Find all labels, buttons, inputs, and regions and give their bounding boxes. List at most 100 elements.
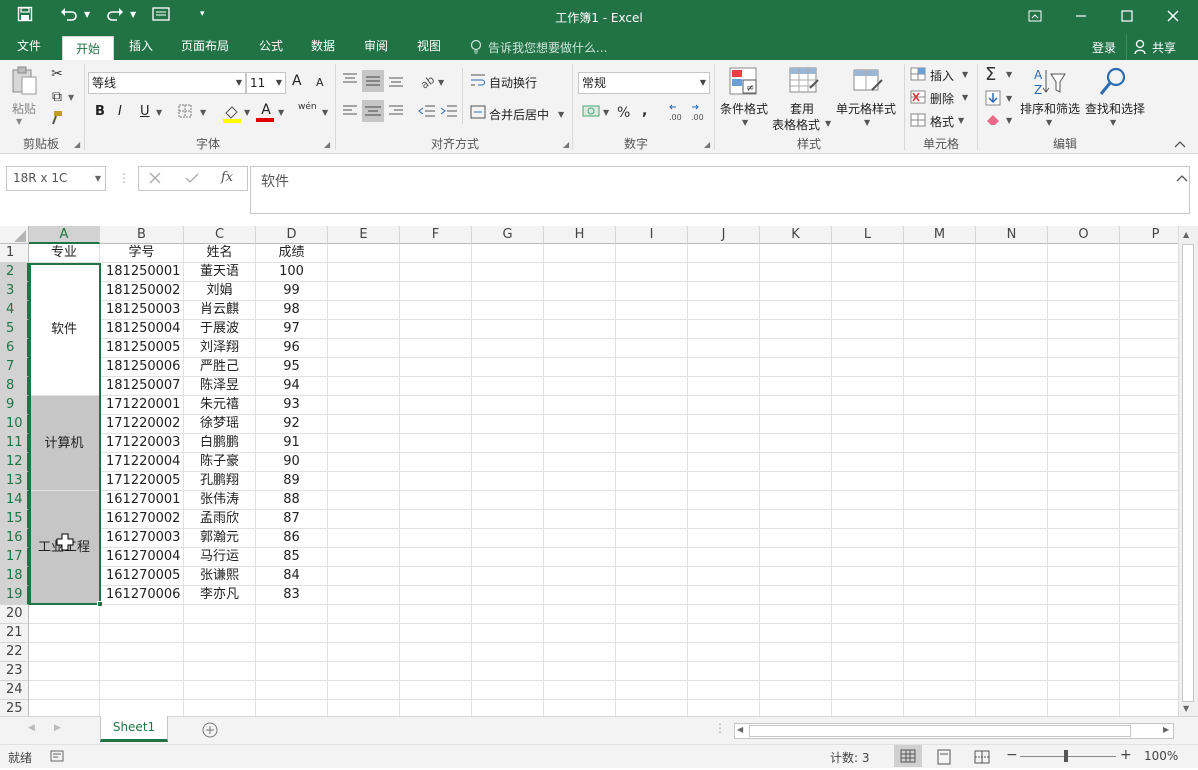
row-header[interactable]: 4 (0, 301, 29, 320)
empty-cell[interactable] (616, 624, 688, 643)
empty-cell[interactable] (976, 415, 1048, 434)
empty-cell[interactable] (472, 586, 544, 605)
empty-cell[interactable] (760, 643, 832, 662)
worksheet-grid[interactable]: ABCDEFGHIJKLMNOP 1 2 3 4 5 6 7 8 9 10 11 12 13 14 15 16… (0, 226, 1178, 716)
empty-cell[interactable] (616, 567, 688, 586)
enter-icon[interactable] (185, 172, 199, 186)
student-name-cell[interactable]: 于展波 (184, 320, 256, 339)
maximize-icon[interactable] (1116, 6, 1138, 28)
empty-cell[interactable] (1048, 377, 1120, 396)
column-header-n[interactable]: N (976, 226, 1048, 244)
empty-cell[interactable] (832, 643, 904, 662)
percent-button[interactable]: % (617, 105, 630, 121)
empty-cell[interactable] (472, 415, 544, 434)
empty-cell[interactable] (832, 605, 904, 624)
scroll-thumb[interactable] (1182, 244, 1194, 702)
number-format-combo[interactable]: 常规 ▼ (578, 72, 710, 94)
cell-styles-button[interactable]: 单元格样式 (836, 100, 896, 117)
next-sheet-icon[interactable]: ▶ (54, 723, 61, 733)
column-header-d[interactable]: D (256, 226, 328, 244)
empty-cell[interactable] (328, 624, 400, 643)
empty-cell[interactable] (688, 282, 760, 301)
collapse-formula-icon[interactable] (1176, 172, 1188, 182)
empty-cell[interactable] (832, 662, 904, 681)
empty-cell[interactable] (328, 244, 400, 263)
empty-cell[interactable] (184, 681, 256, 700)
empty-cell[interactable] (688, 700, 760, 716)
empty-cell[interactable] (616, 396, 688, 415)
find-dropdown-icon[interactable]: ▼ (1110, 118, 1116, 127)
empty-cell[interactable] (616, 681, 688, 700)
empty-cell[interactable] (904, 434, 976, 453)
empty-cell[interactable] (400, 415, 472, 434)
middle-align-icon[interactable] (362, 70, 384, 92)
empty-cell[interactable] (400, 472, 472, 491)
empty-cell[interactable] (1048, 662, 1120, 681)
empty-cell[interactable] (400, 510, 472, 529)
empty-cell[interactable] (760, 605, 832, 624)
score-cell[interactable]: 85 (256, 548, 328, 567)
phonetic-icon[interactable]: wén (298, 102, 317, 112)
empty-cell[interactable] (760, 301, 832, 320)
empty-cell[interactable] (1048, 567, 1120, 586)
empty-cell[interactable] (616, 529, 688, 548)
empty-cell[interactable] (904, 700, 976, 716)
conditional-format-icon[interactable]: ≠ (728, 66, 760, 98)
empty-cell[interactable] (904, 472, 976, 491)
empty-cell[interactable] (29, 624, 100, 643)
empty-cell[interactable] (400, 662, 472, 681)
empty-cell[interactable] (1120, 396, 1178, 415)
empty-cell[interactable] (904, 491, 976, 510)
score-cell[interactable]: 95 (256, 358, 328, 377)
name-box[interactable]: 18R x 1C ▼ (6, 166, 106, 191)
empty-cell[interactable] (328, 681, 400, 700)
empty-cell[interactable] (328, 396, 400, 415)
conditional-dropdown-icon[interactable]: ▼ (742, 118, 748, 127)
student-name-cell[interactable]: 肖云麒 (184, 301, 256, 320)
font-color-icon[interactable]: A (256, 102, 276, 124)
score-cell[interactable]: 93 (256, 396, 328, 415)
empty-cell[interactable] (1048, 320, 1120, 339)
empty-cell[interactable] (1048, 263, 1120, 282)
comma-button[interactable]: , (642, 103, 647, 119)
bold-button[interactable]: B (95, 104, 105, 119)
row-header[interactable]: 21 (0, 624, 29, 643)
empty-cell[interactable] (328, 700, 400, 716)
sort-filter-button[interactable]: 排序和筛选 (1020, 100, 1080, 117)
column-header-p[interactable]: P (1120, 226, 1178, 244)
empty-cell[interactable] (976, 377, 1048, 396)
currency-dropdown-icon[interactable]: ▼ (603, 108, 609, 117)
increase-decimal-icon[interactable]: .00 (668, 104, 686, 122)
empty-cell[interactable] (1120, 320, 1178, 339)
empty-cell[interactable] (616, 586, 688, 605)
student-name-cell[interactable]: 孟雨欣 (184, 510, 256, 529)
empty-cell[interactable] (760, 529, 832, 548)
empty-cell[interactable] (400, 605, 472, 624)
format-table-line2[interactable]: 表格格式 (772, 116, 820, 133)
student-name-cell[interactable]: 徐梦瑶 (184, 415, 256, 434)
score-cell[interactable]: 86 (256, 529, 328, 548)
student-id-cell[interactable]: 181250003 (100, 301, 184, 320)
row-header[interactable]: 17 (0, 548, 29, 567)
empty-cell[interactable] (400, 263, 472, 282)
empty-cell[interactable] (1120, 624, 1178, 643)
empty-cell[interactable] (400, 624, 472, 643)
column-header-l[interactable]: L (832, 226, 904, 244)
empty-cell[interactable] (328, 643, 400, 662)
empty-cell[interactable] (328, 415, 400, 434)
column-header-g[interactable]: G (472, 226, 544, 244)
zoom-level[interactable]: 100% (1144, 749, 1178, 763)
align-left-icon[interactable] (342, 104, 360, 120)
empty-cell[interactable] (400, 320, 472, 339)
empty-cell[interactable] (976, 472, 1048, 491)
empty-cell[interactable] (904, 320, 976, 339)
empty-cell[interactable] (328, 529, 400, 548)
underline-button[interactable]: U (140, 104, 150, 119)
empty-cell[interactable] (1048, 396, 1120, 415)
formula-input[interactable]: 软件 (250, 166, 1190, 214)
empty-cell[interactable] (328, 434, 400, 453)
empty-cell[interactable] (688, 415, 760, 434)
empty-cell[interactable] (832, 700, 904, 716)
empty-cell[interactable] (904, 624, 976, 643)
dialog-launcher-icon[interactable]: ◢ (563, 140, 569, 149)
